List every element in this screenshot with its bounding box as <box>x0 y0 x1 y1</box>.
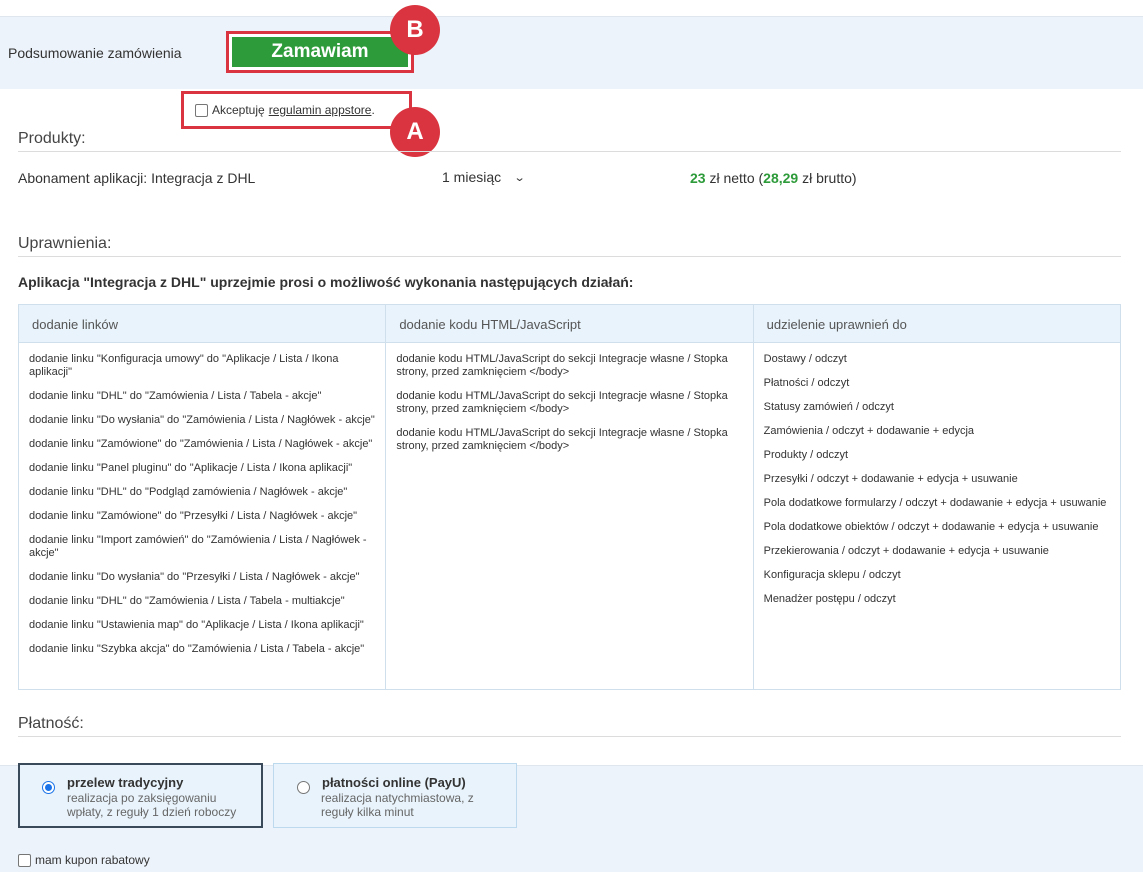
permissions-intro: Aplikacja "Integracja z DHL" uprzejmie p… <box>18 274 634 290</box>
perm-item: Dostawy / odczyt <box>763 353 847 365</box>
perm-item: Przesyłki / odczyt + dodawanie + edycja … <box>763 473 1018 485</box>
perm-list: Dostawy / odczyt Płatności / odczyt Stat… <box>754 343 1120 606</box>
perm-item: dodanie linku "Ustawienia map" do "Aplik… <box>29 619 364 631</box>
perm-column-access: udzielenie uprawnień do Dostawy / odczyt… <box>753 305 1120 689</box>
product-row: Abonament aplikacji: Integracja z DHL 1 … <box>18 169 1121 189</box>
perm-item: dodanie linku "Zamówione" do "Przesyłki … <box>29 510 358 522</box>
perm-list: dodanie kodu HTML/JavaScript do sekcji I… <box>386 343 752 453</box>
perm-item: dodanie linku "DHL" do "Zamówienia / Lis… <box>29 595 345 607</box>
perm-item: dodanie kodu HTML/JavaScript do sekcji I… <box>396 353 728 378</box>
payment-option-payu[interactable]: płatności online (PayU) realizacja natyc… <box>273 763 517 828</box>
payment-radio-payu[interactable] <box>297 781 310 794</box>
product-name: Abonament aplikacji: Integracja z DHL <box>18 170 256 186</box>
chevron-down-icon: ⌄ <box>513 171 526 184</box>
period-select[interactable]: 1 miesiąc ⌄ <box>442 169 526 185</box>
terms-suffix: . <box>371 103 375 117</box>
perm-item: dodanie linku "Do wysłania" do "Zamówien… <box>29 414 375 426</box>
permissions-title: Uprawnienia: <box>18 235 112 252</box>
payment-title-payu: płatności online (PayU) <box>322 775 466 790</box>
terms-prefix: Akceptuję <box>212 103 265 117</box>
perm-item: dodanie linku "Do wysłania" do "Przesyłk… <box>29 571 360 583</box>
perm-item: dodanie linku "Zamówione" do "Zamówienia… <box>29 438 373 450</box>
coupon-checkbox[interactable] <box>18 853 31 867</box>
perm-item: Pola dodatkowe obiektów / odczyt + dodaw… <box>763 521 1099 533</box>
perm-item: Płatności / odczyt <box>763 377 850 389</box>
price-gross: 28,29 <box>763 170 799 186</box>
payment-desc-payu: realizacja natychmiastowa, z reguły kilk… <box>321 791 474 819</box>
payment-title-transfer: przelew tradycyjny <box>67 775 184 790</box>
coupon-label: mam kupon rabatowy <box>35 853 150 867</box>
perm-item: Menadżer postępu / odczyt <box>763 593 896 605</box>
payment-option-transfer[interactable]: przelew tradycyjny realizacja po zaksięg… <box>18 763 263 828</box>
perm-item: dodanie linku "Konfiguracja umowy" do "A… <box>29 353 339 378</box>
payment-divider <box>18 736 1121 737</box>
permissions-divider <box>18 256 1121 257</box>
perm-item: Przekierowania / odczyt + dodawanie + ed… <box>763 545 1049 557</box>
perm-list: dodanie linku "Konfiguracja umowy" do "A… <box>19 343 385 656</box>
payment-desc-transfer: realizacja po zaksięgowaniu wpłaty, z re… <box>67 791 237 819</box>
payment-title: Płatność: <box>18 715 84 732</box>
price-net: 23 <box>690 170 706 186</box>
perm-item: dodanie kodu HTML/JavaScript do sekcji I… <box>396 427 728 452</box>
summary-label: Podsumowanie zamówienia <box>8 45 182 61</box>
terms-acceptance: Akceptuję regulamin appstore . <box>195 103 375 117</box>
perm-column-header: udzielenie uprawnień do <box>753 305 1120 343</box>
coupon-option: mam kupon rabatowy <box>18 853 150 867</box>
annotation-badge-b: B <box>390 5 440 55</box>
product-price: 23 zł netto (28,29 zł brutto) <box>690 170 857 186</box>
terms-link[interactable]: regulamin appstore <box>269 103 372 117</box>
period-value: 1 miesiąc <box>442 169 502 185</box>
perm-item: dodanie linku "Panel pluginu" do "Aplika… <box>29 462 353 474</box>
perm-item: Zamówienia / odczyt + dodawanie + edycja <box>763 425 974 437</box>
products-divider <box>18 151 1121 152</box>
permissions-table: dodanie linków dodanie linku "Konfigurac… <box>18 304 1121 690</box>
products-title: Produkty: <box>18 130 86 147</box>
terms-highlight: Akceptuję regulamin appstore . <box>181 91 412 129</box>
perm-item: dodanie linku "DHL" do "Podgląd zamówien… <box>29 486 348 498</box>
perm-column-header: dodanie linków <box>19 305 386 343</box>
perm-column-header: dodanie kodu HTML/JavaScript <box>386 305 753 343</box>
perm-item: Konfiguracja sklepu / odczyt <box>763 569 901 581</box>
perm-column-links: dodanie linków dodanie linku "Konfigurac… <box>19 305 387 689</box>
price-gross-suffix: zł brutto) <box>798 170 857 186</box>
order-button[interactable]: Zamawiam <box>232 37 408 67</box>
price-net-suffix: zł netto ( <box>705 170 764 186</box>
perm-column-code: dodanie kodu HTML/JavaScript dodanie kod… <box>386 305 754 689</box>
payment-radio-transfer[interactable] <box>42 781 55 794</box>
perm-item: dodanie kodu HTML/JavaScript do sekcji I… <box>396 390 728 415</box>
perm-item: dodanie linku "DHL" do "Zamówienia / Lis… <box>29 390 322 402</box>
perm-item: Statusy zamówień / odczyt <box>763 401 894 413</box>
order-button-highlight: Zamawiam <box>226 31 414 73</box>
perm-item: Produkty / odczyt <box>763 449 849 461</box>
annotation-badge-a: A <box>390 107 440 157</box>
perm-item: dodanie linku "Import zamówień" do "Zamó… <box>29 534 367 559</box>
perm-item: dodanie linku "Szybka akcja" do "Zamówie… <box>29 643 365 655</box>
perm-item: Pola dodatkowe formularzy / odczyt + dod… <box>763 497 1107 509</box>
terms-checkbox[interactable] <box>195 103 208 117</box>
